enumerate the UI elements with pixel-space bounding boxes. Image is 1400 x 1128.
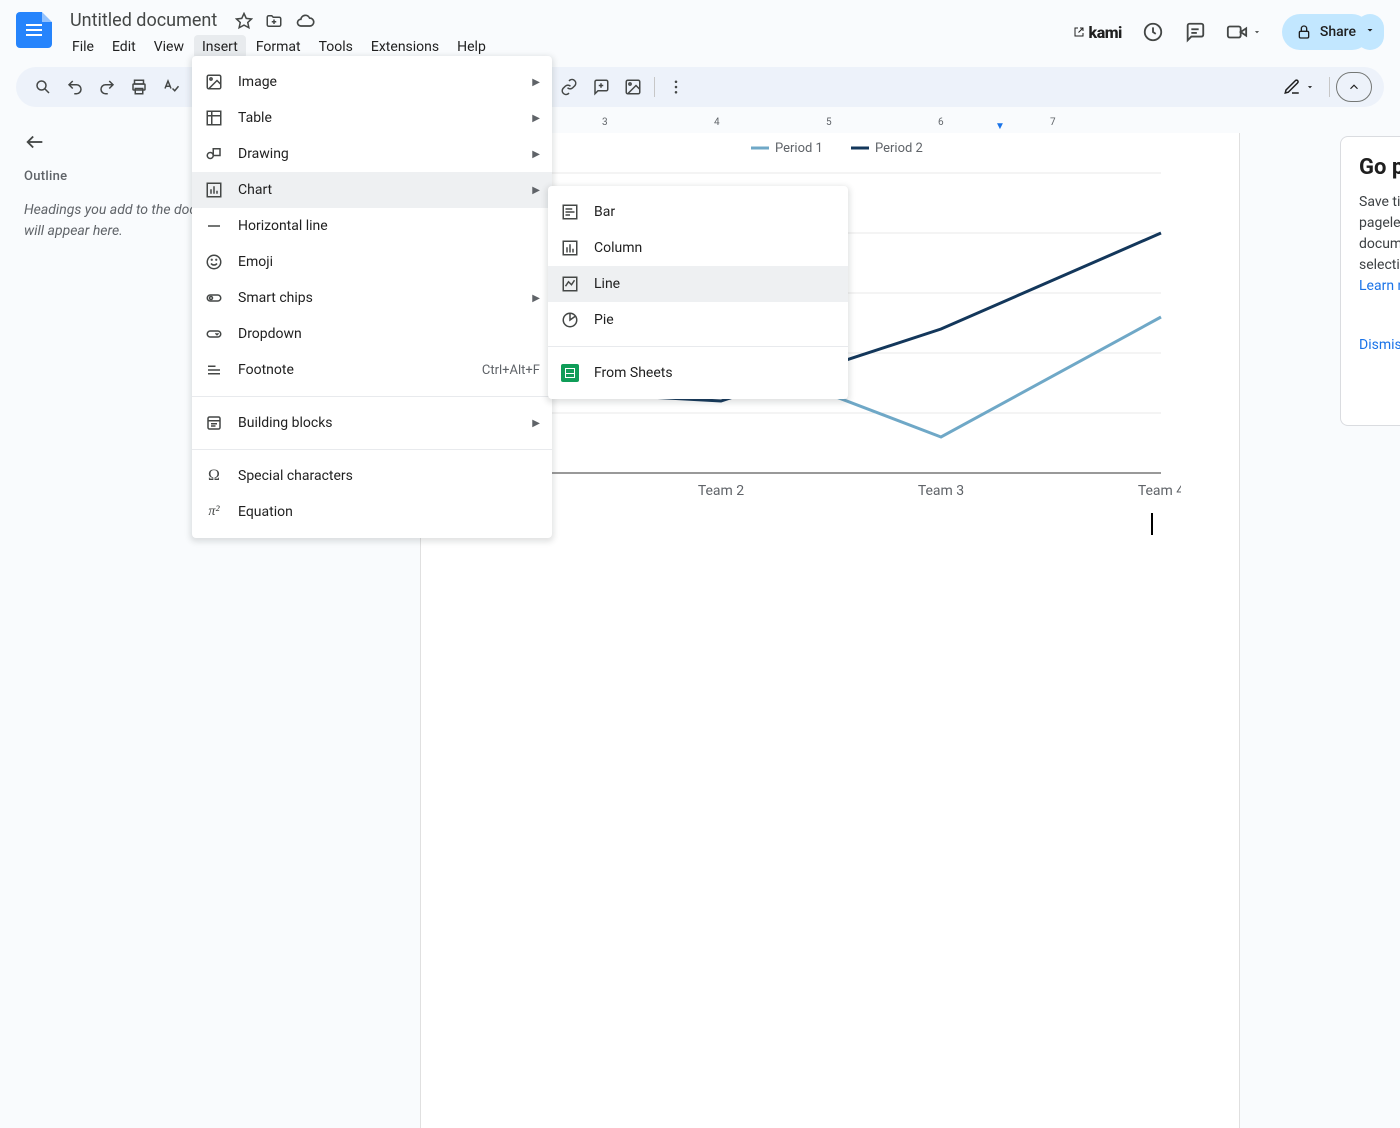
undo-icon[interactable]: [60, 72, 90, 102]
equation-icon: π²: [204, 502, 224, 522]
insert-link-icon[interactable]: [554, 72, 584, 102]
promo-text: Save time scrolling with pageless view. …: [1359, 192, 1400, 297]
submenu-arrow-icon: ▶: [532, 77, 540, 88]
insert-image-icon[interactable]: [618, 72, 648, 102]
insert-footnote[interactable]: Footnote Ctrl+Alt+F: [192, 352, 552, 388]
promo-dismiss-link[interactable]: Dismiss: [1359, 337, 1400, 353]
svg-text:Team 4: Team 4: [1138, 483, 1181, 499]
footnote-icon: [204, 360, 224, 380]
chart-line[interactable]: Line: [548, 266, 848, 302]
insert-building-blocks[interactable]: Building blocks▶: [192, 405, 552, 441]
chart-submenu: Bar Column Line Pie From Sheets: [548, 186, 848, 399]
dropdown-icon: [204, 324, 224, 344]
svg-text:Period 2: Period 2: [875, 141, 923, 156]
insert-dropdown: Image▶ Table▶ Drawing▶ Chart▶ Horizontal…: [192, 56, 552, 538]
line-chart-icon: [560, 274, 580, 294]
sheets-icon: [560, 363, 580, 383]
svg-text:Team 3: Team 3: [918, 483, 964, 499]
history-icon[interactable]: [1142, 21, 1164, 43]
comments-icon[interactable]: [1184, 21, 1206, 43]
building-blocks-icon: [204, 413, 224, 433]
insert-table[interactable]: Table▶: [192, 100, 552, 136]
insert-chart[interactable]: Chart▶: [192, 172, 552, 208]
chart-icon: [204, 180, 224, 200]
chart-column[interactable]: Column: [548, 230, 848, 266]
move-icon[interactable]: [265, 12, 283, 30]
text-cursor: [1151, 513, 1153, 535]
menu-file[interactable]: File: [64, 35, 102, 59]
promo-heading: Go pageless: [1359, 155, 1400, 180]
search-icon[interactable]: [28, 72, 58, 102]
hline-icon: [204, 216, 224, 236]
redo-icon[interactable]: [92, 72, 122, 102]
meet-icon[interactable]: [1226, 21, 1262, 43]
chart-bar[interactable]: Bar: [548, 194, 848, 230]
omega-icon: Ω: [204, 466, 224, 486]
document-title[interactable]: Untitled document: [64, 8, 223, 33]
add-comment-icon[interactable]: [586, 72, 616, 102]
insert-horizontal-line[interactable]: Horizontal line: [192, 208, 552, 244]
insert-special-characters[interactable]: Ω Special characters: [192, 458, 552, 494]
emoji-icon: [204, 252, 224, 272]
bar-chart-icon: [560, 202, 580, 222]
insert-emoji[interactable]: Emoji: [192, 244, 552, 280]
smartchips-icon: [204, 288, 224, 308]
svg-text:Team 2: Team 2: [698, 483, 744, 499]
pageless-promo: Go pageless Save time scrolling with pag…: [1340, 136, 1400, 426]
footnote-shortcut: Ctrl+Alt+F: [482, 363, 540, 378]
column-chart-icon: [560, 238, 580, 258]
promo-learn-more-link[interactable]: Learn more: [1359, 278, 1400, 294]
insert-smart-chips[interactable]: Smart chips▶: [192, 280, 552, 316]
star-icon[interactable]: [235, 12, 253, 30]
chart-from-sheets[interactable]: From Sheets: [548, 355, 848, 391]
chart-pie[interactable]: Pie: [548, 302, 848, 338]
collapse-toolbar-button[interactable]: [1336, 72, 1372, 102]
image-icon: [204, 72, 224, 92]
kami-open-icon[interactable]: kami: [1073, 23, 1122, 42]
table-icon: [204, 108, 224, 128]
spellcheck-icon[interactable]: [156, 72, 186, 102]
share-caret-button[interactable]: [1356, 14, 1384, 50]
docs-logo-icon[interactable]: [16, 12, 52, 48]
kami-label: kami: [1089, 23, 1122, 42]
menu-edit[interactable]: Edit: [104, 35, 144, 59]
menu-view[interactable]: View: [146, 35, 192, 59]
editing-mode-button[interactable]: [1275, 74, 1323, 100]
svg-text:Period 1: Period 1: [775, 141, 823, 156]
header-right: kami Share: [1073, 8, 1384, 50]
insert-drawing[interactable]: Drawing▶: [192, 136, 552, 172]
more-icon[interactable]: [661, 72, 691, 102]
pie-chart-icon: [560, 310, 580, 330]
drawing-icon: [204, 144, 224, 164]
insert-equation[interactable]: π² Equation: [192, 494, 552, 530]
cloud-status-icon[interactable]: [295, 11, 315, 31]
header: Untitled document File Edit View Insert …: [0, 0, 1400, 59]
insert-dropdown[interactable]: Dropdown: [192, 316, 552, 352]
insert-image[interactable]: Image▶: [192, 64, 552, 100]
share-label: Share: [1320, 24, 1356, 40]
title-area: Untitled document File Edit View Insert …: [64, 8, 1073, 59]
print-icon[interactable]: [124, 72, 154, 102]
lock-icon: [1296, 24, 1312, 40]
